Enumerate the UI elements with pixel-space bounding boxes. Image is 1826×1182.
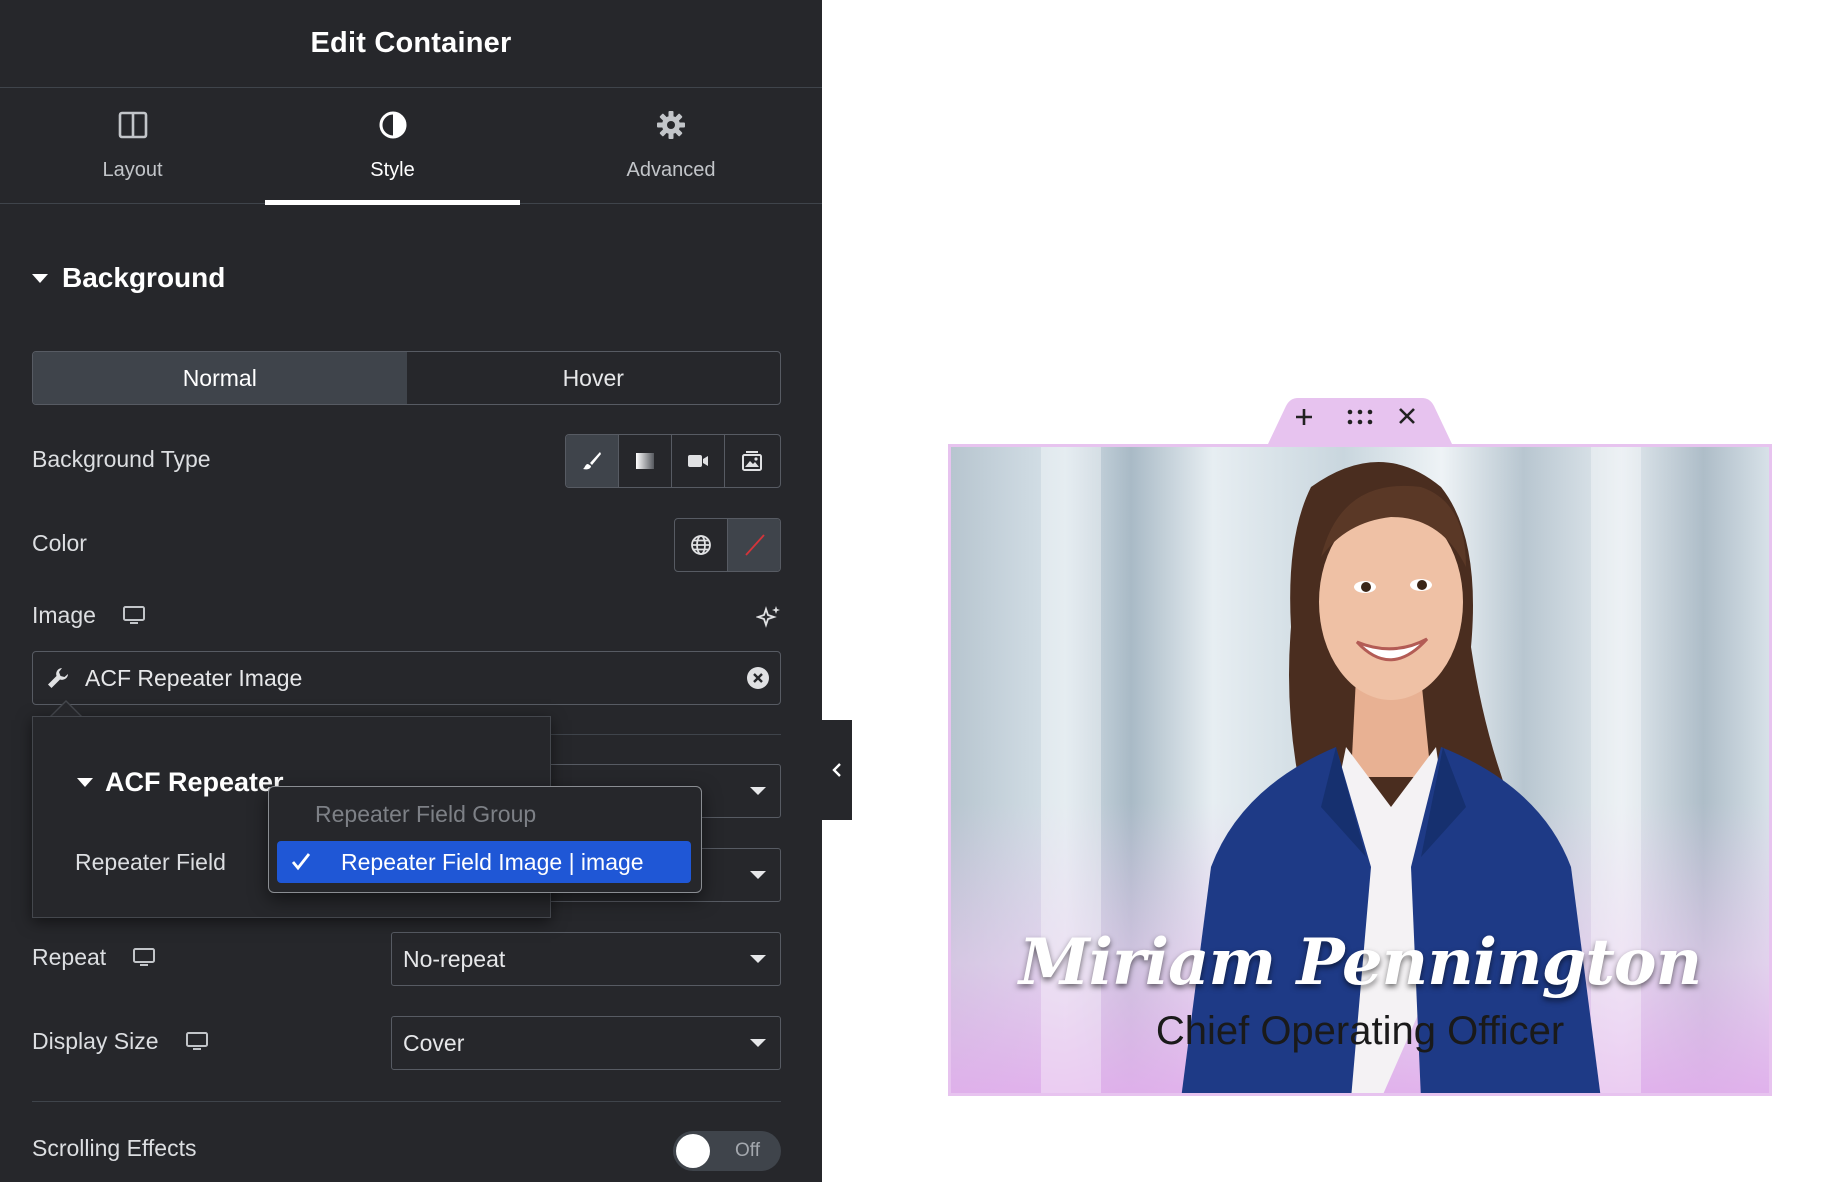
slideshow-bg-button[interactable] <box>725 435 778 487</box>
repeat-label: Repeat <box>32 944 156 971</box>
checkmark-icon <box>291 853 311 871</box>
caret-down-icon <box>32 273 48 283</box>
dropdown-arrow-icon <box>750 955 766 963</box>
repeater-field-dropdown: Repeater Field Group Repeater Field Imag… <box>268 786 702 893</box>
panel-title: Edit Container <box>310 27 512 59</box>
tab-label: Layout <box>102 159 163 181</box>
gradient-icon <box>636 453 654 469</box>
half-circle-icon <box>377 109 409 147</box>
background-section-toggle[interactable]: Background <box>32 262 225 294</box>
video-icon <box>688 455 708 467</box>
popup-title: ACF Repeater <box>105 767 284 797</box>
repeat-select[interactable]: No-repeat <box>391 932 781 986</box>
dropdown-arrow-icon <box>750 787 766 795</box>
tab-label: Advanced <box>626 159 716 181</box>
dropdown-arrow-icon <box>750 1039 766 1047</box>
option-label: Repeater Field Image | image <box>341 848 644 875</box>
label-text: Display Size <box>32 1028 159 1054</box>
color-label: Color <box>32 530 87 557</box>
dynamic-tag-value: ACF Repeater Image <box>85 664 303 691</box>
background-type-label: Background Type <box>32 446 211 473</box>
profile-card-container[interactable]: Miriam Pennington Chief Operating Office… <box>948 444 1772 1096</box>
drag-handle-button[interactable] <box>1346 407 1374 435</box>
label-text: Image <box>32 602 96 628</box>
tab-advanced[interactable]: Advanced <box>520 88 822 203</box>
gradient-bg-button[interactable] <box>619 435 672 487</box>
image-label: Image <box>32 602 146 629</box>
divider <box>32 1101 781 1102</box>
container-handle <box>1268 398 1452 444</box>
collapse-panel-button[interactable] <box>822 720 852 820</box>
tab-layout[interactable]: Layout <box>0 88 265 203</box>
background-type-group <box>565 434 781 488</box>
display-size-select[interactable]: Cover <box>391 1016 781 1070</box>
desktop-icon[interactable] <box>122 605 146 627</box>
video-bg-button[interactable] <box>672 435 725 487</box>
classic-bg-button[interactable] <box>566 435 619 487</box>
delete-element-button[interactable] <box>1398 407 1426 435</box>
section-title: Background <box>62 262 226 293</box>
select-value: Cover <box>403 1029 465 1056</box>
label-text: Color <box>32 530 87 556</box>
acf-repeater-section-toggle[interactable]: ACF Repeater <box>77 767 284 798</box>
popup-pointer-inner <box>52 702 80 716</box>
plus-icon <box>1296 409 1312 425</box>
dropdown-group-label: Repeater Field Group <box>315 801 537 827</box>
panel-header: Edit Container <box>0 0 822 88</box>
desktop-icon[interactable] <box>132 947 156 969</box>
label-text: Background Type <box>32 446 211 472</box>
label-text: Scrolling Effects <box>32 1135 197 1161</box>
slideshow-icon <box>741 451 762 471</box>
clear-icon[interactable] <box>746 666 770 690</box>
wrench-icon[interactable] <box>45 665 71 691</box>
scrolling-effects-label: Scrolling Effects <box>32 1135 196 1162</box>
color-controls <box>674 518 781 572</box>
display-size-label: Display Size <box>32 1028 209 1055</box>
color-picker-swatch[interactable] <box>727 519 780 571</box>
layout-columns-icon <box>117 109 149 147</box>
hover-state-button[interactable]: Hover <box>407 352 781 404</box>
select-value: No-repeat <box>403 945 506 972</box>
person-name[interactable]: Miriam Pennington <box>951 925 1769 1000</box>
chevron-left-icon <box>832 763 841 777</box>
add-element-button[interactable] <box>1294 407 1322 435</box>
gear-icon <box>655 109 687 147</box>
label-text: Repeat <box>32 944 107 970</box>
toggle-knob <box>676 1134 710 1168</box>
dynamic-image-field[interactable]: ACF Repeater Image <box>32 651 781 705</box>
person-role[interactable]: Chief Operating Officer <box>951 1009 1769 1054</box>
caret-down-icon <box>77 778 93 787</box>
desktop-icon[interactable] <box>185 1031 209 1053</box>
editor-panel: Edit Container Layout Style Advanced Bac… <box>0 0 822 1182</box>
no-color-icon <box>745 534 765 556</box>
global-colors-button[interactable] <box>675 519 728 571</box>
ai-sparkle-icon[interactable] <box>756 604 782 630</box>
dropdown-option-selected[interactable]: Repeater Field Image | image <box>277 841 691 883</box>
toggle-label: Off <box>735 1140 760 1161</box>
normal-hover-switcher: Normal Hover <box>32 351 781 405</box>
tab-label: Style <box>370 159 415 181</box>
tab-style[interactable]: Style <box>265 88 520 205</box>
repeater-field-label: Repeater Field <box>75 849 226 875</box>
normal-state-button[interactable]: Normal <box>33 352 407 404</box>
dropdown-arrow-icon <box>750 871 766 879</box>
close-icon <box>1399 408 1415 424</box>
scrolling-effects-toggle[interactable]: Off <box>673 1131 781 1171</box>
panel-tabs: Layout Style Advanced <box>0 88 822 205</box>
drag-dots-icon <box>1347 409 1373 425</box>
globe-icon <box>690 535 711 555</box>
brush-icon <box>583 452 601 470</box>
